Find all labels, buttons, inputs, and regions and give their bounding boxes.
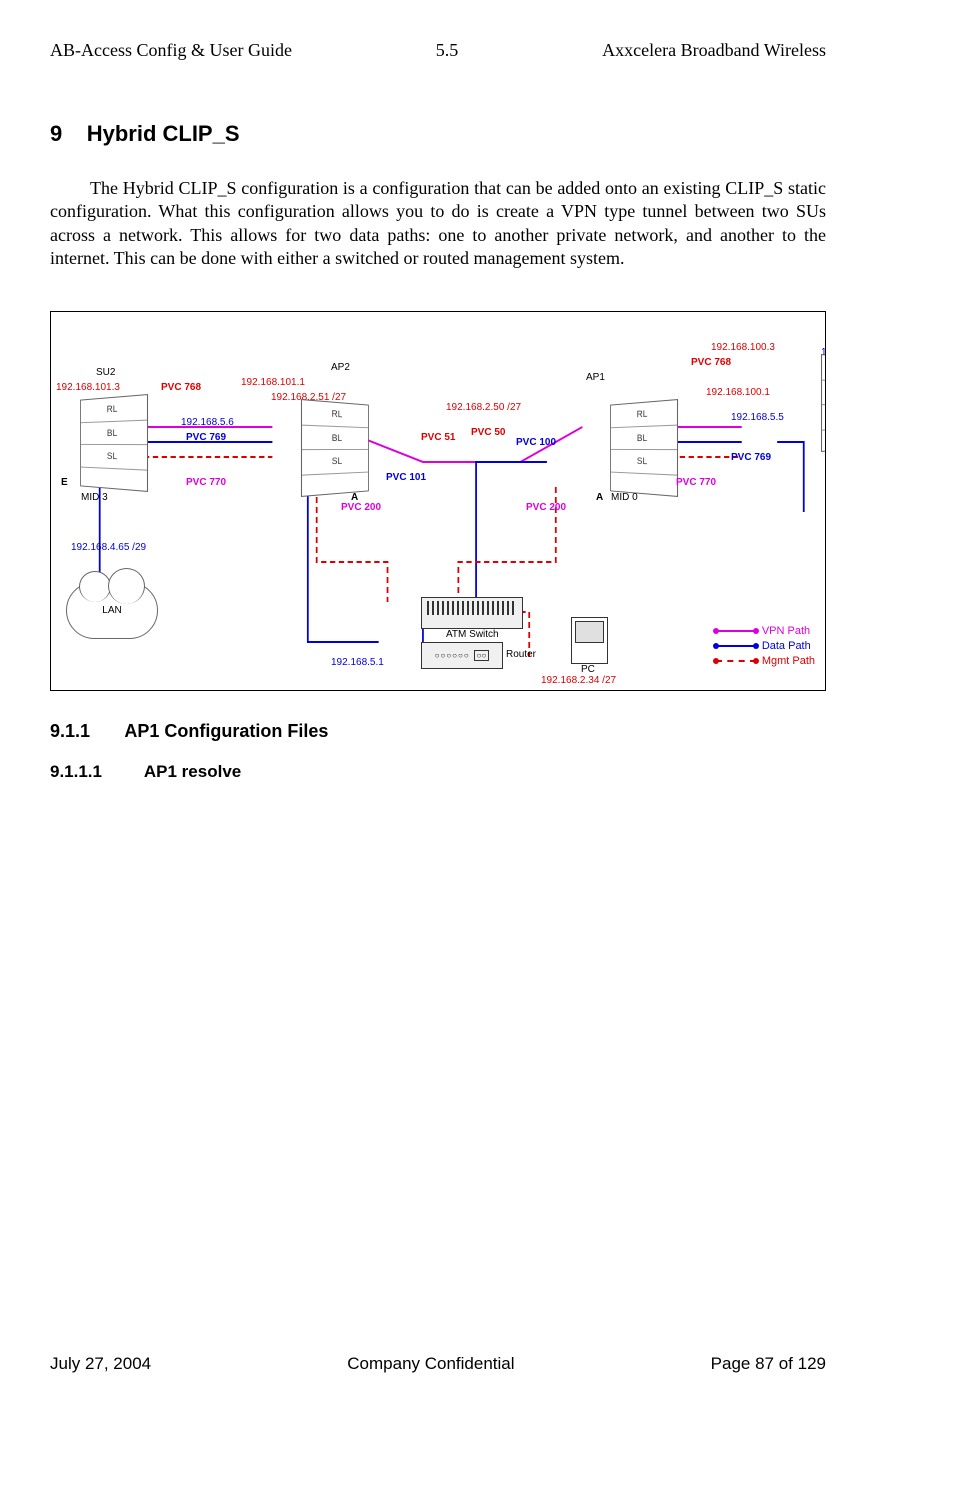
intro-paragraph: The Hybrid CLIP_S configuration is a con… [50,177,826,271]
lan-cloud-left: LAN [66,582,158,639]
ap2-ip: 192.168.101.1 [241,377,305,388]
pc [571,617,608,664]
pvc770-right: PVC 770 [676,477,716,488]
port-sl: SL [302,449,368,474]
su2-pvc: PVC 768 [161,382,201,393]
router-ip: 192.168.5.1 [331,657,384,668]
pvc769-left: PVC 769 [186,432,226,443]
page-footer: July 27, 2004 Company Confidential Page … [50,1354,826,1374]
header-right: Axxcelera Broadband Wireless [602,40,826,61]
pvc770-left: PVC 770 [186,477,226,488]
legend-data: Data Path [716,640,815,652]
su2-data-ip: 192.168.5.6 [181,417,234,428]
data-line-icon [716,645,756,647]
pvc200-right: PVC 200 [526,502,566,513]
ap1-device: RL BL SL [610,399,678,497]
port-sl: SL [822,404,826,429]
header-center: 5.5 [436,40,459,61]
footer-center: Company Confidential [347,1354,514,1374]
legend-data-label: Data Path [762,640,811,652]
atm-switch-label: ATM Switch [446,629,499,640]
pvc100: PVC 100 [516,437,556,448]
pvc101: PVC 101 [386,472,426,483]
port-sl: SL [81,444,147,469]
sub1-title: AP1 Configuration Files [124,721,328,741]
section-heading: 9 Hybrid CLIP_S [50,121,826,147]
pvc50: PVC 50 [471,427,505,438]
subsubsection-heading: 9.1.1.1 AP1 resolve [50,762,826,782]
ap2-device: RL BL SL [301,399,369,497]
vpn-line-icon [716,630,756,632]
su2-ip: 192.168.101.3 [56,382,120,393]
switch-ports-icon [427,601,517,615]
ap1-a: A [596,492,603,503]
port-rl: RL [611,400,677,428]
legend-vpn-label: VPN Path [762,625,810,637]
pc-label: PC [581,664,595,675]
su2-device: RL BL SL [80,394,148,492]
section-title-text: Hybrid CLIP_S [87,121,240,146]
network-diagram: SU2 192.168.101.3 PVC 768 RL BL SL E MID… [50,311,826,691]
ap1-ip: 192.168.100.1 [706,387,770,398]
sub2-num: 9.1.1.1 [50,762,102,781]
pvc51: PVC 51 [421,432,455,443]
port-bl: BL [81,420,147,445]
ap1-subnet: 192.168.2.50 /27 [446,402,521,413]
header-left: AB-Access Config & User Guide [50,40,292,61]
router: ○○○○○○○○ [421,642,503,669]
lan-label-left: LAN [98,605,125,616]
su1-ip: 192.168.100.3 [711,342,775,353]
router-label: Router [506,649,536,660]
port-rl: RL [822,355,826,383]
su2-mid: MID 3 [81,492,108,503]
atm-switch [421,597,523,629]
su2-label: SU2 [96,367,115,378]
pc-ip: 192.168.2.34 /27 [541,675,616,686]
footer-left: July 27, 2004 [50,1354,151,1374]
diagram-wires [51,312,825,690]
footer-right: Page 87 of 129 [711,1354,826,1374]
su1-data-ip: 192.168.5.5 [731,412,784,423]
port-bl: BL [822,380,826,405]
port-rl: RL [302,400,368,428]
ap1-mid: MID 0 [611,492,638,503]
diagram-legend: VPN Path Data Path Mgmt Path [716,622,815,670]
port-e [81,467,147,494]
su2-subnet: 192.168.4.65 /29 [71,542,146,553]
ap1-label: AP1 [586,372,605,383]
port-sl: SL [611,449,677,474]
su1-device: RL BL SL [821,354,826,452]
su1-pvc: PVC 768 [691,357,731,368]
mgmt-line-icon [716,660,756,662]
legend-vpn: VPN Path [716,625,815,637]
subsection-heading: 9.1.1 AP1 Configuration Files [50,721,826,742]
port-bl: BL [611,425,677,450]
port-bl: BL [302,425,368,450]
su2-e: E [61,477,68,488]
port-rl: RL [81,395,147,423]
ap2-label: AP2 [331,362,350,373]
section-number: 9 [50,121,62,146]
sub1-num: 9.1.1 [50,721,90,741]
pvc769-right: PVC 769 [731,452,771,463]
port-e [822,427,826,454]
legend-mgmt-label: Mgmt Path [762,655,815,667]
legend-mgmt: Mgmt Path [716,655,815,667]
page-header: AB-Access Config & User Guide 5.5 Axxcel… [50,40,826,61]
pvc200-left: PVC 200 [341,502,381,513]
sub2-title: AP1 resolve [144,762,241,781]
